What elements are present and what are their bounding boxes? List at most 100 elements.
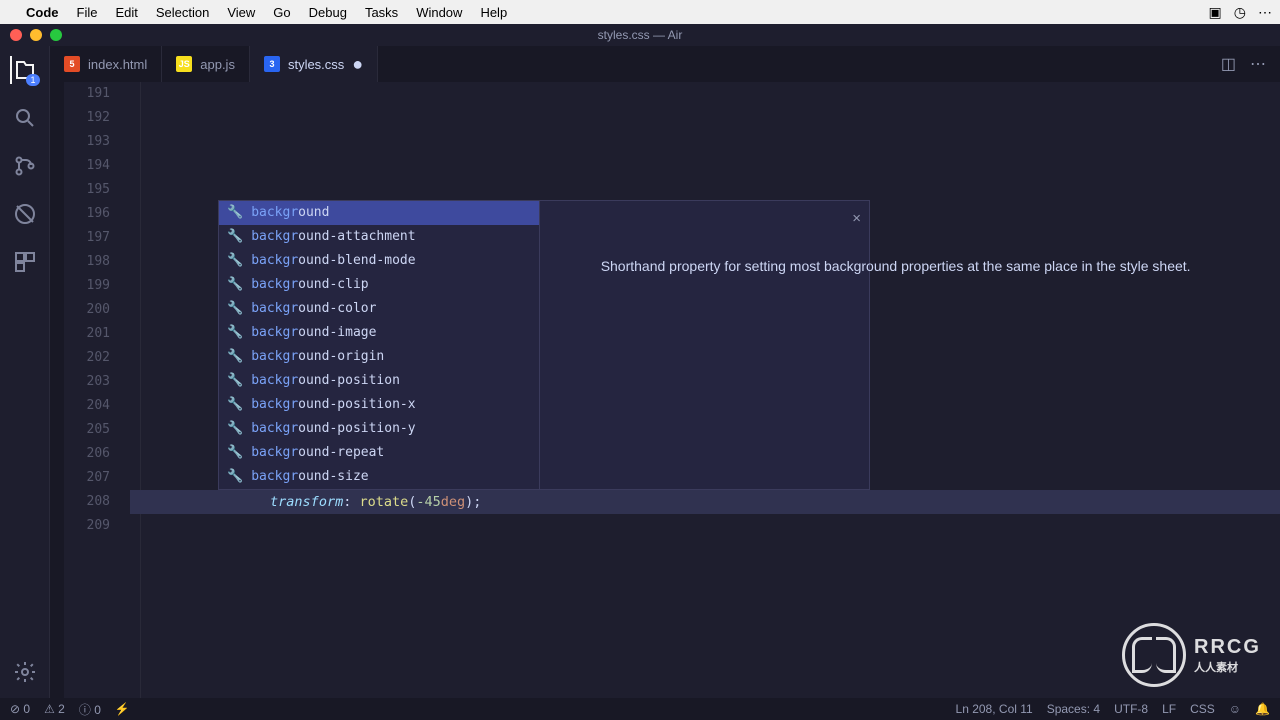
status-errors[interactable]: ⊘ 0 <box>10 702 30 716</box>
autocomplete-label: background-repeat <box>251 441 384 465</box>
autocomplete-item[interactable]: 🔧background-size <box>219 465 539 489</box>
wrench-icon: 🔧 <box>227 441 243 465</box>
js-file-icon: JS <box>176 56 192 72</box>
autocomplete-item[interactable]: 🔧background-position <box>219 369 539 393</box>
close-doc-icon[interactable]: × <box>852 207 861 230</box>
line-number: 200 <box>64 298 110 322</box>
tab-label: styles.css <box>288 57 344 72</box>
wrench-icon: 🔧 <box>227 417 243 441</box>
menu-edit[interactable]: Edit <box>115 5 137 20</box>
autocomplete-label: background-position-x <box>251 393 415 417</box>
macos-menubar: Code File Edit Selection View Go Debug T… <box>0 0 1280 24</box>
wrench-icon: 🔧 <box>227 201 243 225</box>
autocomplete-doc-text: Shorthand property for setting most back… <box>601 258 1191 274</box>
autocomplete-label: background-attachment <box>251 225 415 249</box>
extensions-icon[interactable] <box>11 248 39 276</box>
menu-file[interactable]: File <box>77 5 98 20</box>
window-title: styles.css — Air <box>0 28 1280 42</box>
autocomplete-item[interactable]: 🔧background-color <box>219 297 539 321</box>
autocomplete-item[interactable]: 🔧 background-clip <box>219 273 539 297</box>
source-control-icon[interactable] <box>11 152 39 180</box>
status-feedback-icon[interactable]: ☺ <box>1229 702 1241 716</box>
status-golive-icon[interactable]: ⚡ <box>115 702 130 716</box>
autocomplete-label: background-blend-mode <box>251 249 415 273</box>
status-eol[interactable]: LF <box>1162 702 1176 716</box>
autocomplete-list: 🔧background🔧background-attachment🔧backgr… <box>219 201 539 489</box>
menu-debug[interactable]: Debug <box>309 5 347 20</box>
menu-help[interactable]: Help <box>480 5 507 20</box>
wrench-icon: 🔧 <box>227 321 243 345</box>
status-bell-icon[interactable]: 🔔 <box>1255 702 1270 716</box>
explorer-badge: 1 <box>26 74 39 86</box>
tab-actions: ◫ ⋯ <box>1207 46 1280 82</box>
css-property: transform <box>270 494 343 510</box>
activity-bar: 1 <box>0 46 50 698</box>
status-infos[interactable]: ⓘ 0 <box>79 701 101 718</box>
menubar-appname[interactable]: Code <box>26 5 59 20</box>
wrench-icon: 🔧 <box>227 225 243 249</box>
css-unit: deg <box>441 494 465 510</box>
line-number: 193 <box>64 130 110 154</box>
explorer-icon[interactable]: 1 <box>10 56 38 84</box>
autocomplete-item[interactable]: 🔧 background-image <box>219 321 539 345</box>
tab-index-html[interactable]: 5 index.html <box>50 46 162 82</box>
menubar-right: ▣ ◷ ⋯ <box>1209 4 1272 21</box>
line-number: 207 <box>64 466 110 490</box>
clock-icon[interactable]: ◷ <box>1234 4 1246 21</box>
autocomplete-item[interactable]: 🔧 background-origin <box>219 345 539 369</box>
status-warnings[interactable]: ⚠ 2 <box>44 702 65 716</box>
line-number: 205 <box>64 418 110 442</box>
window-titlebar: styles.css — Air <box>0 24 1280 46</box>
autocomplete-label: background-size <box>251 465 368 489</box>
settings-gear-icon[interactable] <box>11 658 39 686</box>
menu-go[interactable]: Go <box>273 5 290 20</box>
more-actions-icon[interactable]: ⋯ <box>1250 54 1266 74</box>
code-content[interactable]: transform: rotate(45deg); } .menu-button… <box>130 82 1280 698</box>
autocomplete-item[interactable]: 🔧 background-repeat <box>219 441 539 465</box>
status-indent[interactable]: Spaces: 4 <box>1047 702 1100 716</box>
line-number: 209 <box>64 514 110 538</box>
autocomplete-label: background-origin <box>251 345 384 369</box>
line-number: 191 <box>64 82 110 106</box>
tab-app-js[interactable]: JS app.js <box>162 46 250 82</box>
autocomplete-item[interactable]: 🔧 background-blend-mode <box>219 249 539 273</box>
search-icon[interactable] <box>11 104 39 132</box>
status-encoding[interactable]: UTF-8 <box>1114 702 1148 716</box>
editor-area[interactable]: 1911921931941951961971981992002012022032… <box>50 82 1280 698</box>
line-number: 208 <box>64 490 110 514</box>
autocomplete-label: background-clip <box>251 273 368 297</box>
line-number: 206 <box>64 442 110 466</box>
status-language[interactable]: CSS <box>1190 702 1215 716</box>
line-number: 197 <box>64 226 110 250</box>
autocomplete-item[interactable]: 🔧background <box>219 201 539 225</box>
overflow-icon[interactable]: ⋯ <box>1258 4 1272 21</box>
menu-tasks[interactable]: Tasks <box>365 5 398 20</box>
wrench-icon: 🔧 <box>227 369 243 393</box>
menu-window[interactable]: Window <box>416 5 462 20</box>
autocomplete-item[interactable]: 🔧background-position-y <box>219 417 539 441</box>
wrench-icon: 🔧 <box>227 249 243 273</box>
record-icon[interactable]: ▣ <box>1209 4 1222 21</box>
debug-icon[interactable] <box>11 200 39 228</box>
tab-label: index.html <box>88 57 147 72</box>
autocomplete-label: background-image <box>251 321 376 345</box>
line-number: 194 <box>64 154 110 178</box>
status-bar: ⊘ 0 ⚠ 2 ⓘ 0 ⚡ Ln 208, Col 11 Spaces: 4 U… <box>0 698 1280 720</box>
line-number: 192 <box>64 106 110 130</box>
line-number: 199 <box>64 274 110 298</box>
menu-view[interactable]: View <box>227 5 255 20</box>
autocomplete-item[interactable]: 🔧 background-attachment <box>219 225 539 249</box>
line-number-gutter: 1911921931941951961971981992002012022032… <box>64 82 130 698</box>
editor-tabs: 5 index.html JS app.js 3 styles.css ● ◫ … <box>50 46 1280 82</box>
line-number: 201 <box>64 322 110 346</box>
line-number: 202 <box>64 346 110 370</box>
line-number: 196 <box>64 202 110 226</box>
status-line-col[interactable]: Ln 208, Col 11 <box>956 702 1033 716</box>
wrench-icon: 🔧 <box>227 345 243 369</box>
split-editor-icon[interactable]: ◫ <box>1221 54 1236 74</box>
autocomplete-item[interactable]: 🔧background-position-x <box>219 393 539 417</box>
tab-styles-css[interactable]: 3 styles.css ● <box>250 46 378 82</box>
wrench-icon: 🔧 <box>227 273 243 297</box>
menu-selection[interactable]: Selection <box>156 5 209 20</box>
html-file-icon: 5 <box>64 56 80 72</box>
